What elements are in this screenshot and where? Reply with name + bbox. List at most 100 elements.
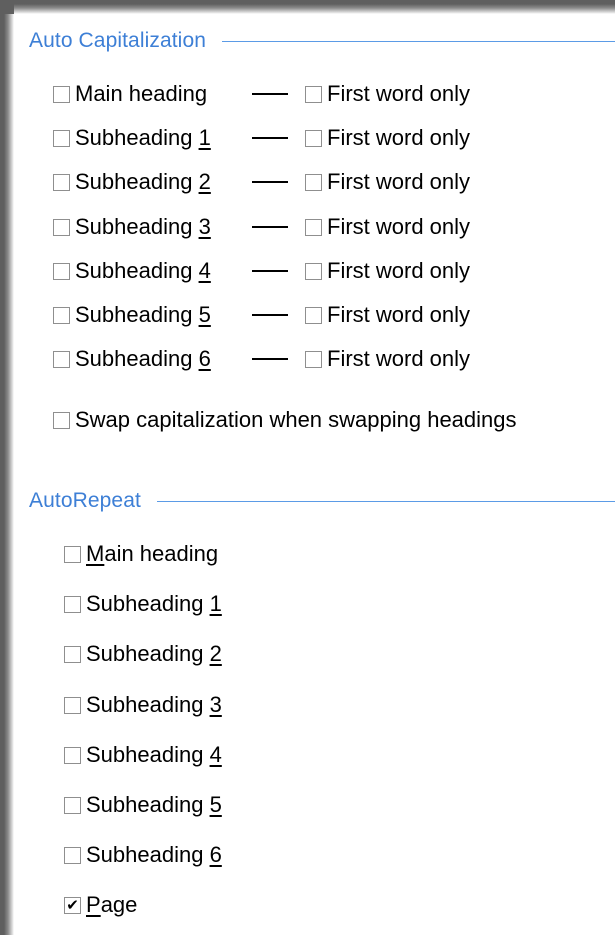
label-text: age (100, 892, 138, 917)
autorepeat-item-checkbox[interactable]: Subheading 3 (64, 690, 222, 720)
checkbox-box[interactable] (64, 746, 81, 764)
autorepeat-group-header: AutoRepeat (29, 488, 615, 514)
window-frame-top (0, 0, 615, 14)
label-text: Subheading (75, 169, 199, 194)
access-key-letter: 1 (198, 125, 211, 150)
connector-dash (252, 314, 288, 316)
swap-capitalization-label: Swap capitalization when swapping headin… (75, 407, 517, 432)
autorepeat-item-label: Subheading 4 (86, 742, 222, 768)
first-word-only-checkbox[interactable] (305, 85, 322, 103)
autorepeat-title: AutoRepeat (29, 489, 141, 512)
connector-dash (252, 270, 288, 272)
autorepeat-item-checkbox[interactable]: Subheading 4 (64, 740, 222, 770)
autorepeat-item-label: Subheading 1 (86, 591, 222, 617)
autorepeat-item-checkbox[interactable]: Subheading 2 (64, 639, 222, 669)
first-word-only-label: First word only (327, 169, 471, 194)
autocap-heading-checkbox[interactable] (53, 218, 70, 236)
autorepeat-item-checkbox[interactable]: Subheading 1 (64, 589, 222, 619)
autorepeat-item-checkbox[interactable]: Subheading 5 (64, 790, 222, 820)
first-word-only-label: First word only (327, 214, 471, 239)
access-key-letter: 4 (198, 258, 211, 283)
autocap-heading-label: Subheading 3 (75, 214, 252, 240)
autocap-heading-checkbox[interactable] (53, 262, 70, 280)
checkbox-box[interactable]: ✔ (64, 895, 81, 914)
access-key-letter: 5 (209, 792, 222, 817)
checkbox-box[interactable] (64, 696, 81, 714)
autorepeat-item-checkbox[interactable]: ✔ Page (64, 890, 137, 920)
autocap-heading-label: Subheading 4 (75, 258, 252, 284)
label-text: Subheading (86, 842, 210, 867)
checkbox-box[interactable] (64, 545, 81, 563)
access-key-letter: 4 (209, 742, 222, 767)
access-key-letter: 1 (209, 591, 222, 616)
autocap-heading-checkbox[interactable] (53, 350, 70, 368)
window-frame-left (0, 0, 14, 935)
auto-capitalization-title: Auto Capitalization (29, 29, 207, 52)
checkbox-box[interactable] (53, 411, 70, 429)
label-text: ain heading (104, 541, 219, 566)
autorepeat-item-label: Subheading 6 (86, 842, 222, 868)
first-word-only-checkbox[interactable] (305, 306, 322, 324)
first-word-only-label: First word only (327, 258, 471, 283)
auto-capitalization-group-header: Auto Capitalization (29, 28, 615, 54)
autorepeat-item-checkbox[interactable]: Main heading (64, 539, 218, 569)
autocap-heading-label: Subheading 2 (75, 169, 252, 195)
autocap-heading-checkbox[interactable] (53, 306, 70, 324)
access-key-letter: 2 (209, 641, 222, 666)
autocap-heading-checkbox[interactable] (53, 173, 70, 191)
checkmark-icon: ✔ (66, 895, 79, 914)
autorepeat-item-checkbox[interactable]: Subheading 6 (64, 840, 222, 870)
window-frame-corner (0, 0, 14, 14)
group-divider-line (156, 500, 615, 502)
connector-dash (252, 181, 288, 183)
label-text: Main heading (75, 81, 208, 106)
first-word-only-checkbox[interactable] (305, 129, 322, 147)
autocap-heading-label: Subheading 6 (75, 346, 252, 372)
access-key-letter: M (86, 541, 105, 566)
autocap-row: Subheading 6 First word only (53, 344, 470, 374)
autocap-row: Main heading First word only (53, 79, 470, 109)
access-key-letter: 2 (198, 169, 211, 194)
checkbox-box[interactable] (64, 595, 81, 613)
access-key-letter: P (86, 892, 101, 917)
label-text: Subheading (86, 641, 210, 666)
first-word-only-label: First word only (327, 302, 471, 327)
autorepeat-item-label: Main heading (86, 541, 218, 567)
first-word-only-checkbox[interactable] (305, 350, 322, 368)
autorepeat-item-label: Subheading 5 (86, 792, 222, 818)
autorepeat-item-label: Subheading 3 (86, 692, 222, 718)
autocap-row: Subheading 4 First word only (53, 256, 470, 286)
checkbox-box[interactable] (64, 645, 81, 663)
autocap-row: Subheading 3 First word only (53, 212, 470, 242)
access-key-letter: 3 (198, 214, 211, 239)
label-text: Subheading (75, 258, 199, 283)
autocap-heading-checkbox[interactable] (53, 85, 70, 103)
first-word-only-label: First word only (327, 346, 471, 371)
first-word-only-checkbox[interactable] (305, 262, 322, 280)
label-text: Subheading (75, 125, 199, 150)
autorepeat-item-label: Subheading 2 (86, 641, 222, 667)
access-key-letter: 6 (209, 842, 222, 867)
checkbox-box[interactable] (64, 796, 81, 814)
connector-dash (252, 93, 288, 95)
label-text: Subheading (86, 591, 210, 616)
autocap-heading-label: Main heading (75, 81, 252, 107)
autocap-heading-label: Subheading 1 (75, 125, 252, 151)
first-word-only-checkbox[interactable] (305, 173, 322, 191)
autocap-heading-label: Subheading 5 (75, 302, 252, 328)
label-text: Subheading (75, 214, 199, 239)
swap-capitalization-checkbox[interactable]: Swap capitalization when swapping headin… (53, 405, 517, 435)
first-word-only-checkbox[interactable] (305, 218, 322, 236)
label-text: Subheading (86, 692, 210, 717)
access-key-letter: 3 (209, 692, 222, 717)
group-divider-line (222, 40, 615, 42)
checkbox-box[interactable] (64, 846, 81, 864)
autocap-row: Subheading 1 First word only (53, 123, 470, 153)
label-text: Subheading (75, 302, 199, 327)
autocap-heading-checkbox[interactable] (53, 129, 70, 147)
connector-dash (252, 226, 288, 228)
access-key-letter: 6 (198, 346, 211, 371)
autocap-row: Subheading 5 First word only (53, 300, 470, 330)
autocap-row: Subheading 2 First word only (53, 167, 470, 197)
label-text: Subheading (86, 742, 210, 767)
